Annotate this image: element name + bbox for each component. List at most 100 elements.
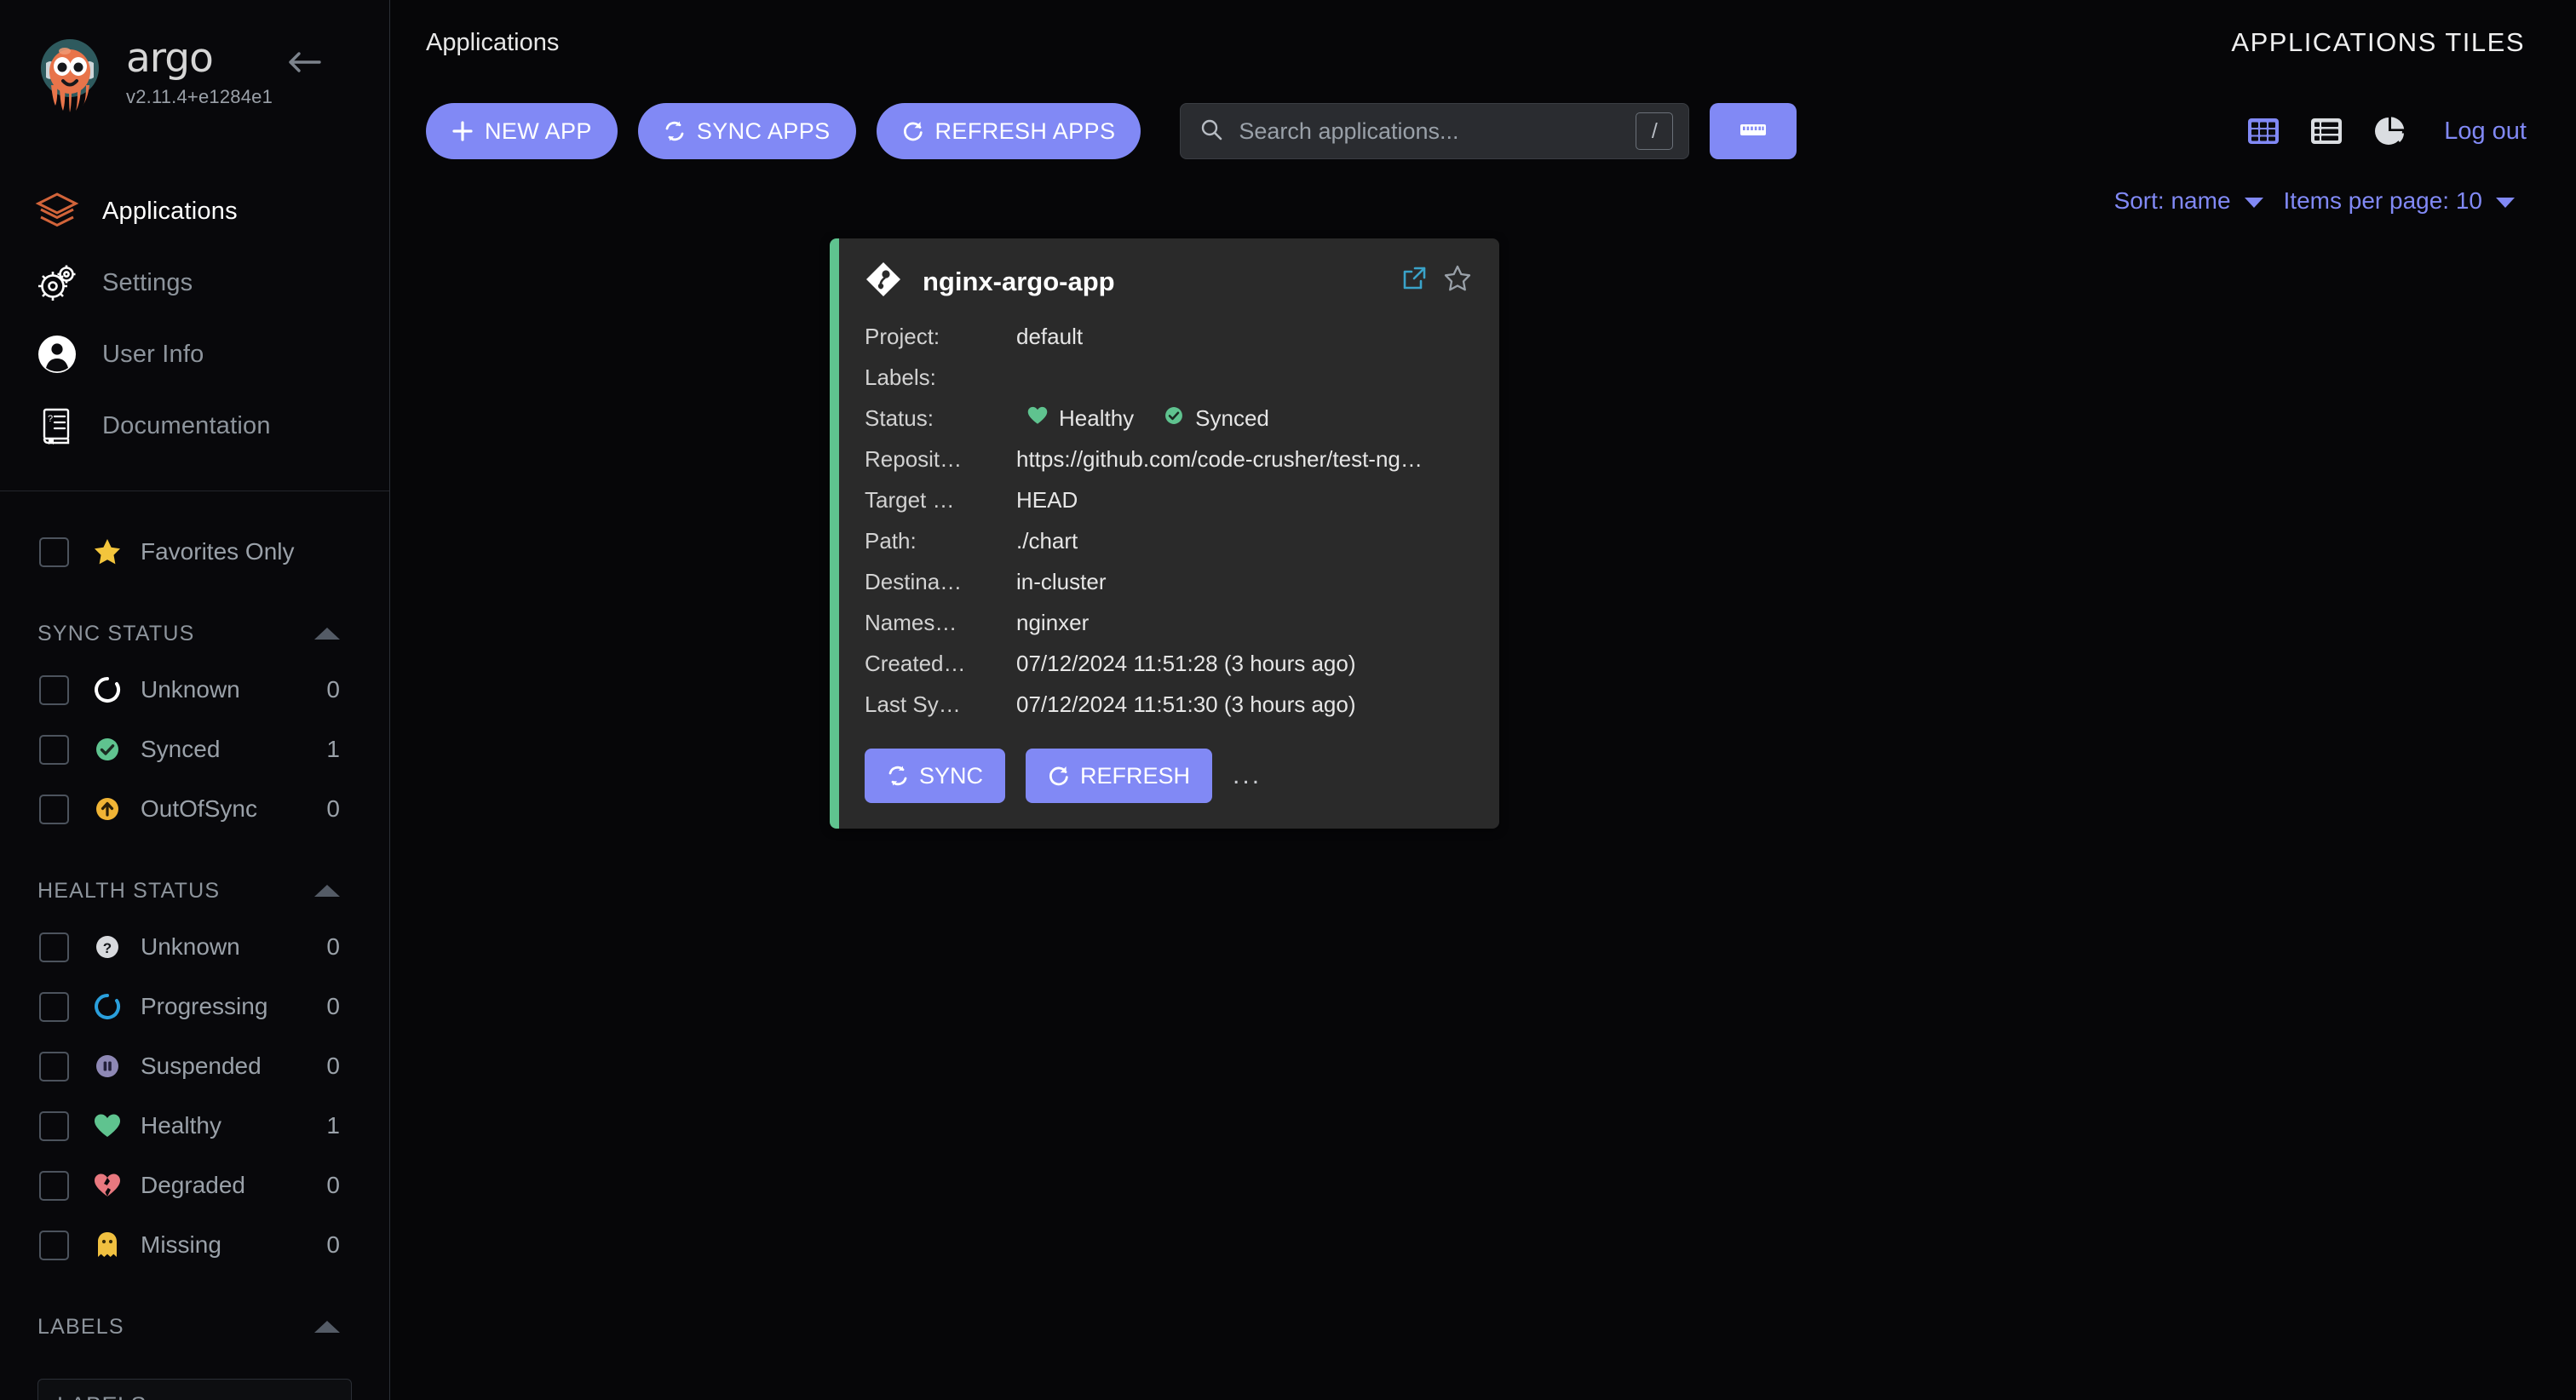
health-status-group-header[interactable]: HEALTH STATUS (0, 864, 389, 917)
circle-notch-icon (88, 992, 127, 1021)
filter-count: 0 (326, 1172, 340, 1198)
application-card[interactable]: nginx-argo-app Project: default Labels: … (830, 238, 1499, 829)
row-value: 07/12/2024 11:51:28 (3 hours ago) (1016, 650, 1356, 676)
sync-status-group-header[interactable]: SYNC STATUS (0, 607, 389, 660)
svg-text:?: ? (103, 940, 112, 956)
sidebar-item-user-info[interactable]: User Info (0, 318, 389, 390)
row-value: HEAD (1016, 486, 1078, 513)
search-box[interactable]: / (1180, 103, 1690, 159)
question-circle-icon: ? (88, 932, 127, 961)
filter-label: Healthy (141, 1112, 221, 1139)
card-refresh-button[interactable]: REFRESH (1026, 749, 1213, 803)
card-sync-label: SYNC (919, 762, 984, 789)
grid-tiles-icon[interactable] (2246, 114, 2280, 148)
filter-checkbox[interactable] (39, 991, 69, 1022)
list-view-icon[interactable] (2309, 114, 2343, 148)
filter-count: 0 (326, 676, 340, 703)
group-title: LABELS (37, 1314, 124, 1339)
card-row-last-sync: Last Sy… 07/12/2024 11:51:30 (3 hours ag… (865, 684, 1474, 725)
filter-health-healthy[interactable]: Healthy 1 (0, 1096, 389, 1156)
top-header: Applications APPLICATIONS TILES (390, 0, 2576, 85)
book-icon: ? (31, 405, 83, 446)
external-link-icon[interactable] (1400, 265, 1428, 296)
filter-health-degraded[interactable]: Degraded 0 (0, 1156, 389, 1215)
filter-sync-synced[interactable]: Synced 1 (0, 720, 389, 779)
search-input[interactable] (1239, 118, 1636, 145)
health-status-badge: Healthy (1016, 405, 1134, 432)
items-per-page-dropdown[interactable]: Items per page: 10 (2284, 187, 2482, 215)
row-value: 07/12/2024 11:51:30 (3 hours ago) (1016, 691, 1356, 717)
pie-chart-icon[interactable] (2372, 114, 2406, 148)
card-row-target-revision: Target … HEAD (865, 479, 1474, 520)
filter-sync-outofsync[interactable]: OutOfSync 0 (0, 779, 389, 839)
row-key: Names… (865, 609, 957, 635)
row-key: Path: (865, 527, 917, 554)
new-app-label: NEW APP (485, 118, 592, 144)
filter-health-unknown[interactable]: ? Unknown 0 (0, 917, 389, 977)
brand-text: argo v2.11.4+e1284e1 (126, 38, 273, 108)
view-toggles (2246, 114, 2406, 148)
star-outline-icon[interactable] (1443, 264, 1472, 297)
triangle-up-icon[interactable] (314, 1321, 340, 1333)
filter-checkbox[interactable] (39, 932, 69, 962)
health-status-label: Healthy (1059, 405, 1135, 431)
sync-apps-button[interactable]: SYNC APPS (637, 103, 856, 159)
sidebar-item-documentation[interactable]: ? Documentation (0, 390, 389, 462)
card-more-actions-button[interactable]: ... (1233, 761, 1262, 790)
keyboard-shortcuts-button[interactable] (1710, 103, 1797, 159)
sidebar-item-label: Documentation (102, 411, 271, 439)
filter-checkbox[interactable] (39, 674, 69, 705)
filter-checkbox[interactable] (39, 1170, 69, 1201)
pause-circle-icon (88, 1052, 127, 1081)
filter-health-progressing[interactable]: Progressing 0 (0, 977, 389, 1036)
logout-link[interactable]: Log out (2444, 118, 2527, 146)
svg-text:?: ? (48, 414, 53, 424)
new-app-button[interactable]: NEW APP (426, 103, 618, 159)
filter-checkbox[interactable] (39, 734, 69, 765)
arrow-up-circle-icon (88, 795, 127, 823)
triangle-up-icon[interactable] (314, 628, 340, 640)
filter-checkbox[interactable] (39, 1110, 69, 1141)
sidebar-item-label: Settings (102, 268, 193, 296)
filter-count: 0 (326, 795, 340, 822)
refresh-icon (1048, 765, 1070, 787)
filter-health-suspended[interactable]: Suspended 0 (0, 1036, 389, 1096)
group-title: SYNC STATUS (37, 621, 195, 645)
row-key: Reposit… (865, 445, 963, 472)
row-key: Project: (865, 323, 940, 349)
circle-notch-icon (88, 675, 127, 704)
chevron-down-icon[interactable] (2496, 198, 2515, 208)
breadcrumb[interactable]: Applications (426, 29, 559, 57)
heart-broken-icon (88, 1172, 127, 1199)
sync-status-label: Synced (1195, 405, 1269, 431)
labels-group-header[interactable]: LABELS (0, 1300, 389, 1353)
arrow-left-icon[interactable] (285, 49, 323, 75)
heart-icon (1026, 405, 1049, 432)
triangle-up-icon[interactable] (314, 885, 340, 897)
argo-app-diamond-icon (865, 261, 902, 302)
card-row-status: Status: Healthy Synced (865, 398, 1474, 439)
filter-count: 0 (326, 933, 340, 960)
refresh-apps-button[interactable]: REFRESH APPS (876, 103, 1141, 159)
filter-label: Suspended (141, 1053, 262, 1079)
favorites-checkbox[interactable] (39, 536, 69, 567)
filter-health-missing[interactable]: Missing 0 (0, 1215, 389, 1275)
labels-input[interactable]: LABELS (37, 1379, 352, 1400)
applications-tiles: nginx-argo-app Project: default Labels: … (390, 215, 2576, 829)
card-row-labels: Labels: (865, 357, 1474, 398)
filter-checkbox[interactable] (39, 1230, 69, 1260)
application-name[interactable]: nginx-argo-app (923, 267, 1115, 297)
card-sync-button[interactable]: SYNC (865, 749, 1006, 803)
plus-icon (451, 120, 474, 142)
group-title: HEALTH STATUS (37, 878, 221, 903)
sidebar-item-settings[interactable]: Settings (0, 247, 389, 318)
chevron-down-icon[interactable] (2244, 198, 2263, 208)
sidebar-item-applications[interactable]: Applications (0, 175, 389, 247)
keyboard-icon (1737, 118, 1769, 145)
filter-favorites-only[interactable]: Favorites Only (0, 522, 389, 582)
sort-dropdown[interactable]: Sort: name (2114, 187, 2231, 215)
filter-sync-unknown[interactable]: Unknown 0 (0, 660, 389, 720)
filter-checkbox[interactable] (39, 794, 69, 824)
filter-checkbox[interactable] (39, 1051, 69, 1082)
ghost-icon (88, 1231, 127, 1259)
